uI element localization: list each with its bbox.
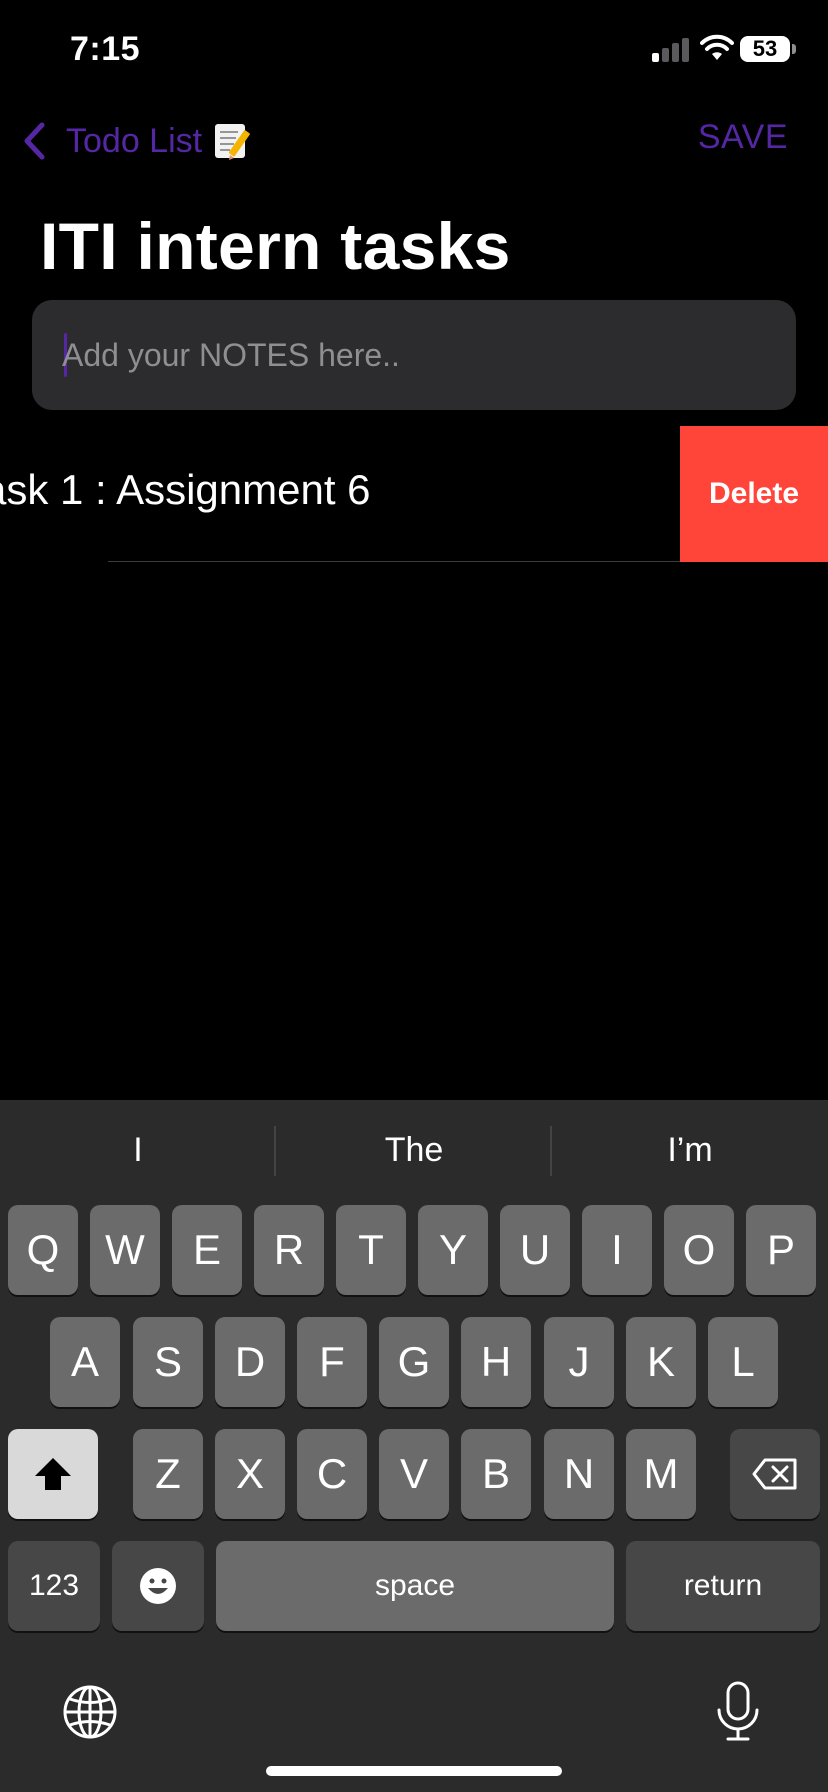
delete-button[interactable]: Delete: [680, 426, 828, 562]
numbers-key[interactable]: 123: [8, 1541, 100, 1631]
key-z[interactable]: Z: [133, 1429, 203, 1519]
globe-icon[interactable]: [62, 1684, 118, 1740]
notes-input-container[interactable]: [32, 300, 796, 410]
key-j[interactable]: J: [544, 1317, 614, 1407]
key-y[interactable]: Y: [418, 1205, 488, 1295]
key-a[interactable]: A: [50, 1317, 120, 1407]
emoji-key[interactable]: [112, 1541, 204, 1631]
memo-icon: [215, 124, 251, 160]
key-q[interactable]: Q: [8, 1205, 78, 1295]
key-d[interactable]: D: [215, 1317, 285, 1407]
suggestion-bar: I The I’m: [0, 1100, 828, 1200]
key-m[interactable]: M: [626, 1429, 696, 1519]
emoji-icon: [140, 1568, 176, 1604]
key-h[interactable]: H: [461, 1317, 531, 1407]
delete-key[interactable]: [730, 1429, 820, 1519]
key-f[interactable]: F: [297, 1317, 367, 1407]
status-bar: 7:15 53: [0, 0, 828, 100]
key-t[interactable]: T: [336, 1205, 406, 1295]
wifi-icon: [700, 34, 734, 60]
key-g[interactable]: G: [379, 1317, 449, 1407]
key-b[interactable]: B: [461, 1429, 531, 1519]
backspace-icon: [752, 1458, 797, 1490]
back-button[interactable]: Todo List: [22, 116, 252, 166]
cellular-signal-icon: [652, 38, 690, 62]
key-l[interactable]: L: [708, 1317, 778, 1407]
key-u[interactable]: U: [500, 1205, 570, 1295]
return-key[interactable]: return: [626, 1541, 820, 1631]
back-label: Todo List: [66, 121, 203, 160]
key-w[interactable]: W: [90, 1205, 160, 1295]
task-text: Task 1 : Assignment 6: [0, 466, 371, 513]
status-time: 7:15: [70, 30, 141, 68]
suggestion-3[interactable]: I’m: [552, 1100, 828, 1200]
shift-icon: [35, 1458, 71, 1490]
space-key[interactable]: space: [216, 1541, 614, 1631]
notes-input[interactable]: [62, 300, 762, 410]
key-v[interactable]: V: [379, 1429, 449, 1519]
save-button[interactable]: SAVE: [698, 118, 788, 157]
shift-key[interactable]: [8, 1429, 98, 1519]
key-r[interactable]: R: [254, 1205, 324, 1295]
battery-icon: 53: [740, 36, 790, 62]
page-title: ITI intern tasks: [40, 209, 511, 283]
key-s[interactable]: S: [133, 1317, 203, 1407]
suggestion-2[interactable]: The: [276, 1100, 552, 1200]
home-indicator[interactable]: [266, 1766, 562, 1776]
key-c[interactable]: C: [297, 1429, 367, 1519]
key-o[interactable]: O: [664, 1205, 734, 1295]
microphone-icon[interactable]: [714, 1680, 762, 1744]
key-n[interactable]: N: [544, 1429, 614, 1519]
row-separator: [108, 561, 680, 562]
key-e[interactable]: E: [172, 1205, 242, 1295]
suggestion-1[interactable]: I: [0, 1100, 276, 1200]
key-k[interactable]: K: [626, 1317, 696, 1407]
keyboard: I The I’m Q W E R T Y U I O P A S D F G …: [0, 1100, 828, 1792]
key-i[interactable]: I: [582, 1205, 652, 1295]
battery-tip: [792, 44, 796, 54]
key-p[interactable]: P: [746, 1205, 816, 1295]
key-x[interactable]: X: [215, 1429, 285, 1519]
chevron-left-icon: [22, 119, 58, 163]
